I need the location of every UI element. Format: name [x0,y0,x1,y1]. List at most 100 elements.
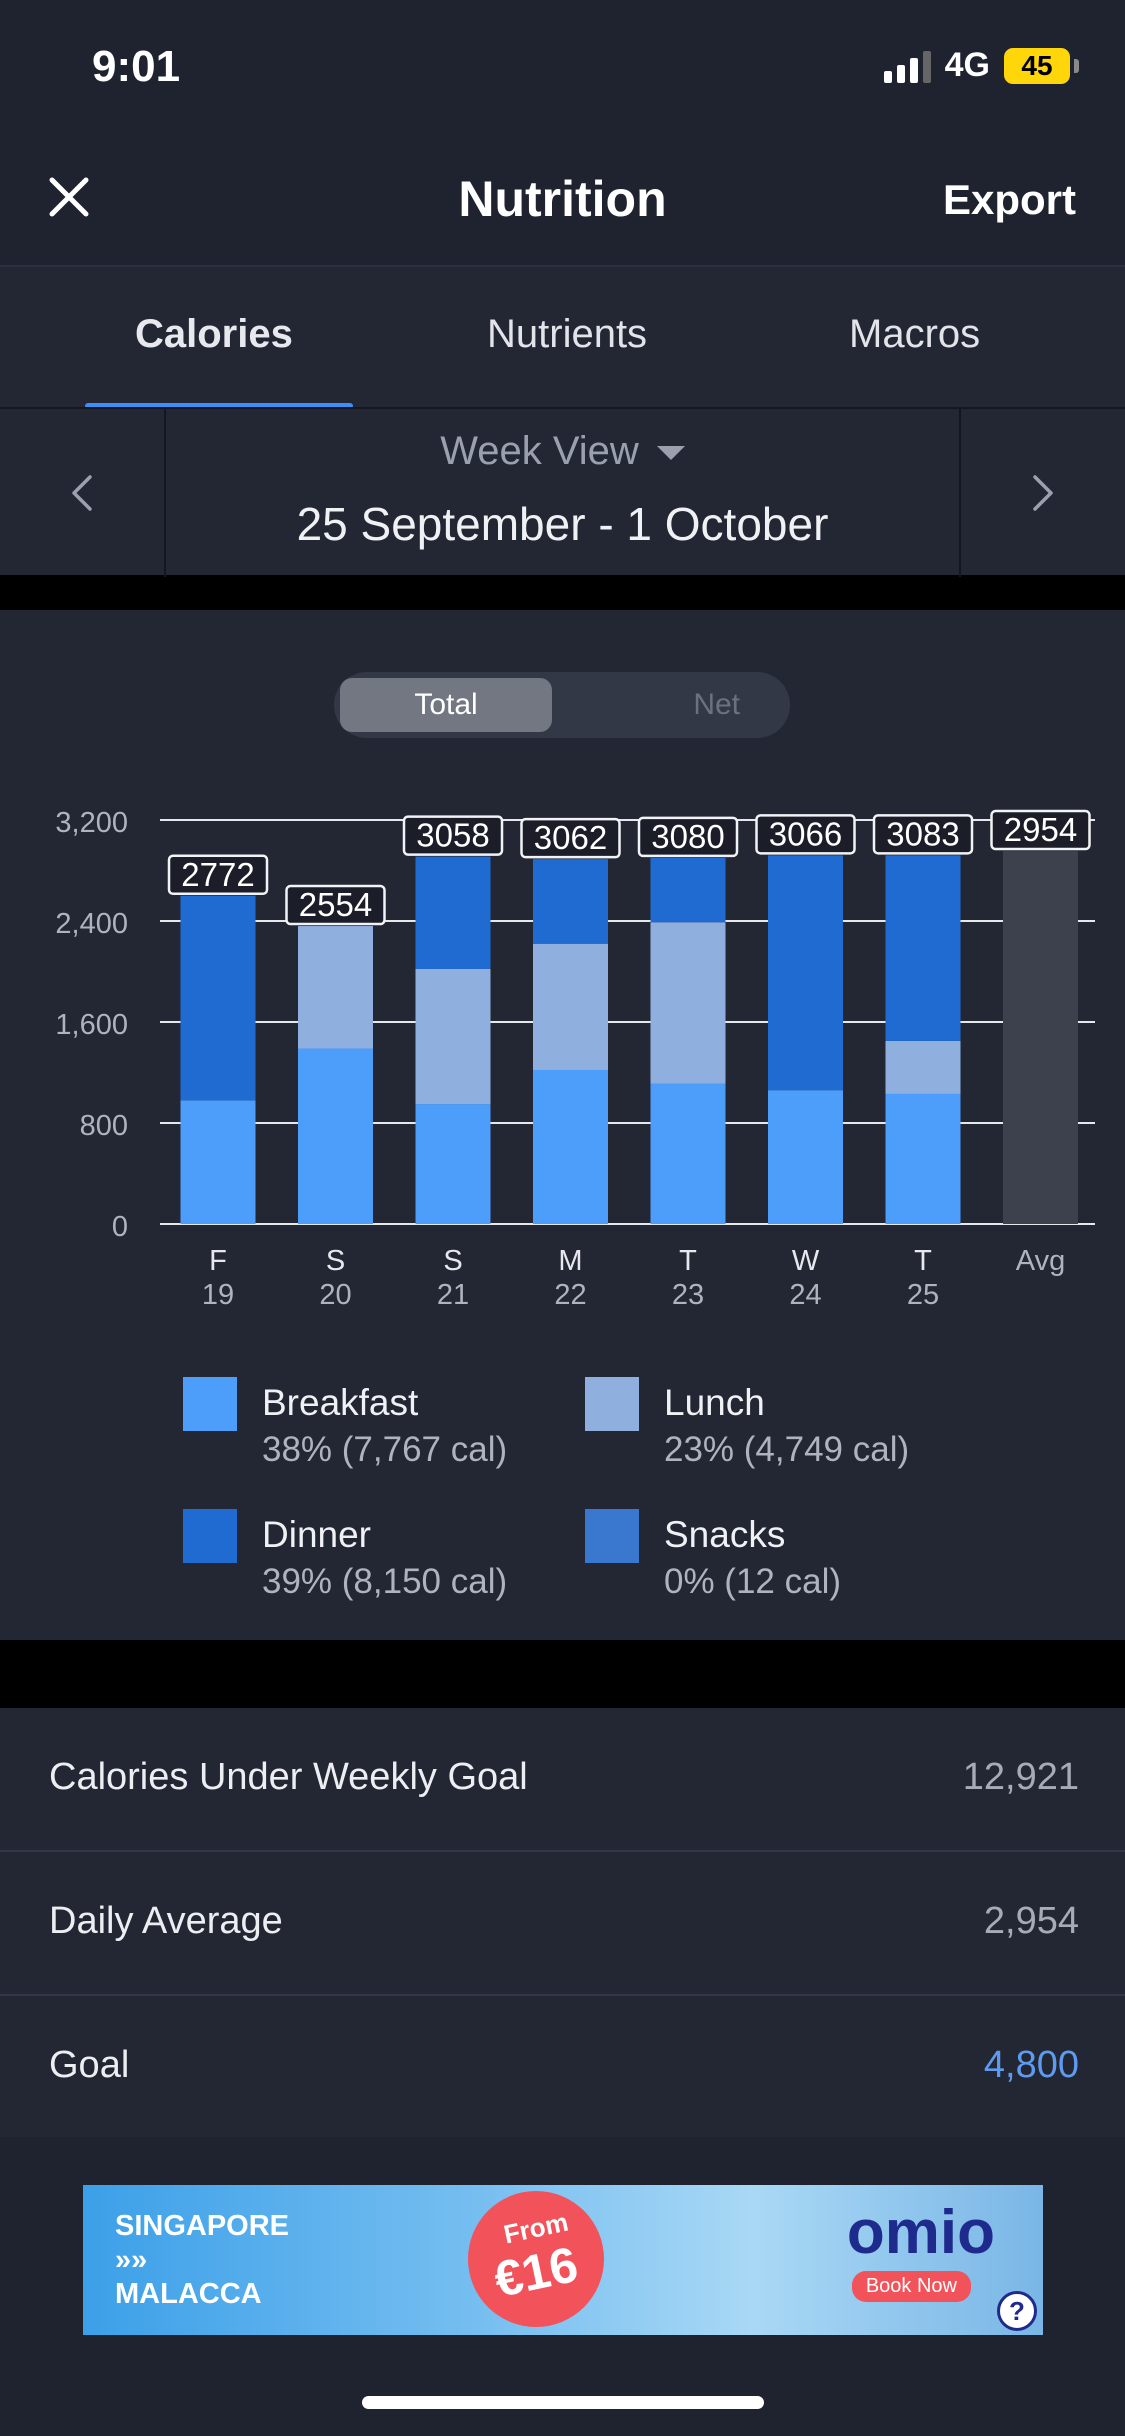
bar-segment-breakfast [180,1100,256,1224]
bar-total-label: 3066 [769,815,842,852]
goal-value[interactable]: 4,800 [984,2044,1079,2087]
ad-destination-arrow: »» [115,2244,148,2276]
bar-segment-lunch [885,1040,961,1094]
toggle-total[interactable]: Total [340,678,552,732]
bar-segment-dinner [533,859,608,944]
battery-tip [1074,58,1079,73]
bar-segment-breakfast [885,1093,961,1224]
ad-banner[interactable]: SINGAPORE »» MALACCA From €16 omio Book … [83,2185,1043,2335]
chevron-right-icon [1033,475,1053,511]
ad-area: SINGAPORE »» MALACCA From €16 omio Book … [0,2137,1125,2436]
signal-icon [883,49,931,83]
next-week-button[interactable] [959,409,1125,577]
ad-destination-top: SINGAPORE [115,2210,290,2242]
bar-segment-breakfast [415,1104,491,1224]
ad-book-now-button[interactable]: Book Now [851,2271,971,2302]
x-tick-label: M [558,1245,582,1277]
week-view-label: Week View [440,429,639,473]
bar-segment-breakfast [533,1069,608,1224]
tab-calories[interactable]: Calories [135,312,293,357]
y-tick-label: 0 [112,1211,128,1243]
x-tick-date: 22 [554,1279,586,1311]
x-tick-label: Avg [1016,1245,1065,1277]
legend-detail: 38% (7,767 cal) [262,1430,508,1469]
stat-row-goal[interactable]: Goal 4,800 [0,1996,1125,2140]
ad-price-badge: From €16 [468,2191,604,2327]
y-tick-label: 1,600 [55,1009,128,1041]
bar-segment-dinner [885,855,961,1041]
caret-down-icon [656,446,685,461]
bar-total-label: 3083 [886,815,959,852]
legend-detail: 23% (4,749 cal) [664,1430,910,1469]
bar-segment-avg [1003,851,1078,1224]
legend-label: Lunch [664,1382,765,1423]
export-button[interactable]: Export [943,176,1076,224]
toggle-net[interactable]: Net [693,678,740,732]
x-tick-label: T [679,1245,697,1277]
ad-brand-logo: omio [846,2198,995,2267]
lunch-swatch [585,1377,639,1431]
x-tick-date: 23 [672,1279,704,1311]
bar-segment-dinner [180,895,256,1101]
bar-segment-lunch [533,943,608,1070]
x-tick-label: S [443,1245,462,1277]
total-net-toggle[interactable]: Total Net [334,672,790,738]
bar-segment-breakfast [650,1083,726,1224]
snacks-swatch [585,1509,639,1563]
x-tick-label: W [792,1245,820,1277]
status-time: 9:01 [92,42,181,91]
date-range: 25 September - 1 October [296,498,829,550]
x-tick-date: 19 [202,1279,234,1311]
bar-segment-lunch [650,922,726,1084]
tab-macros[interactable]: Macros [849,312,980,357]
legend-label: Breakfast [262,1382,419,1423]
breakfast-swatch [183,1377,237,1431]
network-type: 4G [944,46,990,84]
bar-segment-dinner [415,856,491,969]
bar-segment-lunch [415,968,491,1105]
x-tick-label: S [326,1245,345,1277]
home-indicator [362,2396,764,2409]
bar-total-label: 2954 [1004,811,1077,848]
bar-total-label: 2554 [299,886,372,923]
week-view-dropdown[interactable]: Week View [0,429,1125,474]
chart-card: Total Net 3,200 2,400 1,600 800 0 2772 F 19 2554… [0,610,1125,1640]
y-tick-label: 2,400 [55,908,128,940]
stat-label: Calories Under Weekly Goal [49,1756,528,1798]
x-tick-date: 24 [789,1279,821,1311]
status-indicators: 4G 45 [883,46,1079,85]
week-selector: Week View 25 September - 1 October [0,407,1125,577]
top-bar: 9:01 4G 45 Nutrition Export [0,0,1125,265]
x-tick-label: T [914,1245,932,1277]
calories-bar-chart: 3,2002,4001,60080002772F192554S203058S21… [55,807,1095,1311]
stat-row-daily-average: Daily Average 2,954 [0,1852,1125,1996]
x-tick-date: 25 [907,1279,939,1311]
y-tick-label: 3,200 [55,807,128,839]
stats-list: Calories Under Weekly Goal 12,921 Daily … [0,1708,1125,2140]
bar-segment-lunch [298,926,373,1049]
tab-bar: Calories Nutrients Macros [0,265,1125,409]
stat-value: 2,954 [983,1900,1079,1942]
bar-total-label: 3058 [416,817,489,854]
ad-help-icon[interactable]: ? [997,2291,1037,2331]
bar-total-label: 3062 [534,819,607,856]
tab-nutrients[interactable]: Nutrients [487,312,647,357]
x-tick-label: F [209,1245,227,1277]
bar-segment-dinner [650,857,726,923]
x-tick-date: 21 [437,1279,469,1311]
legend-detail: 0% (12 cal) [664,1562,842,1601]
legend-detail: 39% (8,150 cal) [262,1562,508,1601]
x-tick-date: 20 [319,1279,351,1311]
battery-level: 45 [1021,49,1053,81]
bar-segment-breakfast [768,1090,843,1224]
stat-value: 12,921 [962,1756,1079,1798]
stat-label: Daily Average [49,1900,283,1942]
bar-segment-dinner [768,855,843,1091]
stat-row-under-goal: Calories Under Weekly Goal 12,921 [0,1708,1125,1852]
battery-icon: 45 [1004,47,1070,84]
dinner-swatch [183,1509,237,1563]
y-tick-label: 800 [80,1110,128,1142]
ad-destination-bottom: MALACCA [115,2278,262,2310]
stat-label: Goal [49,2044,130,2086]
legend-label: Dinner [262,1514,371,1555]
